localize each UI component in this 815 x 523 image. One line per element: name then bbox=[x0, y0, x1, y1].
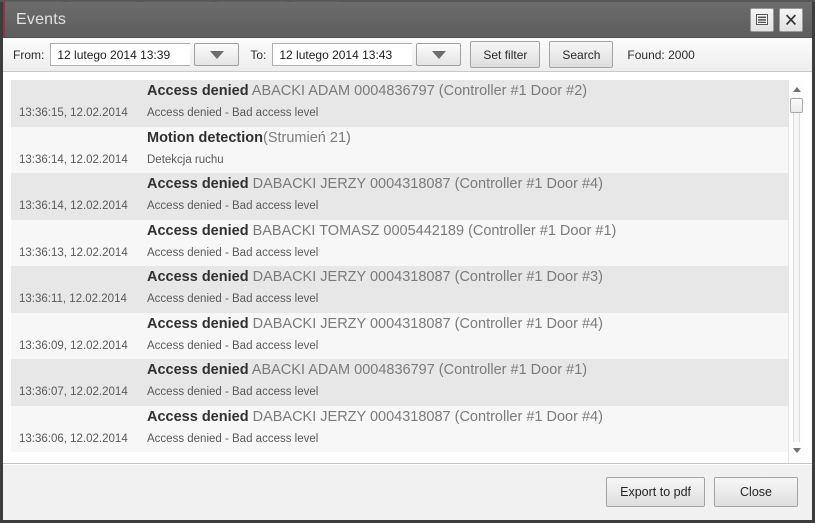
event-title: Motion detection bbox=[147, 129, 263, 146]
scroll-down-button[interactable] bbox=[789, 443, 804, 457]
from-date-dropdown-button[interactable] bbox=[194, 43, 240, 66]
event-detail: DABACKI JERZY 0004318087 (Controller #1 … bbox=[248, 269, 603, 285]
event-description: Detekcja ruchu bbox=[147, 153, 224, 166]
table-row[interactable]: Access denied DABACKI JERZY 0004318087 (… bbox=[11, 266, 788, 313]
event-detail: ABACKI ADAM 0004836797 (Controller #1 Do… bbox=[248, 362, 588, 378]
event-timestamp: 13:36:06, 12.02.2014 bbox=[19, 432, 128, 445]
events-list-frame: Access denied ABACKI ADAM 0004836797 (Co… bbox=[11, 80, 804, 463]
to-date-input[interactable]: 12 lutego 2014 13:43 bbox=[272, 43, 413, 66]
event-detail: BABACKI TOMASZ 0005442189 (Controller #1… bbox=[248, 222, 617, 239]
scroll-down-arrow-icon bbox=[792, 447, 801, 453]
table-row[interactable]: Access denied DABACKI JERZY 0004318087 (… bbox=[11, 173, 788, 220]
chevron-down-icon bbox=[431, 50, 446, 59]
event-title: Access denied bbox=[147, 269, 249, 285]
event-timestamp: 13:36:07, 12.02.2014 bbox=[19, 386, 128, 398]
chevron-down-icon bbox=[209, 50, 224, 59]
scrollbar-thumb[interactable] bbox=[790, 98, 803, 113]
dialog-titlebar: Events bbox=[3, 2, 812, 38]
close-dialog-button[interactable]: Close bbox=[714, 477, 798, 507]
dialog-footer: Export to pdf Close bbox=[3, 463, 812, 520]
event-title-line: Access denied DABACKI JERZY 0004318087 (… bbox=[147, 409, 603, 425]
filter-toolbar: From: 12 lutego 2014 13:39 To: 12 lutego… bbox=[3, 38, 812, 72]
events-list[interactable]: Access denied ABACKI ADAM 0004836797 (Co… bbox=[11, 80, 788, 463]
event-description: Access denied - Bad access level bbox=[147, 339, 319, 352]
scroll-up-button[interactable] bbox=[789, 82, 804, 96]
search-button[interactable]: Search bbox=[549, 41, 614, 68]
event-title-line: Access denied DABACKI JERZY 0004318087 (… bbox=[147, 316, 603, 332]
events-dialog: Events From: 12 lutego 2014 13:39 To: 12… bbox=[0, 2, 815, 523]
scrollbar-track[interactable] bbox=[793, 97, 800, 442]
found-count-label: Found: 2000 bbox=[627, 47, 695, 62]
to-date-combo[interactable]: 12 lutego 2014 13:43 bbox=[272, 43, 462, 66]
event-timestamp: 13:36:15, 12.02.2014 bbox=[19, 107, 128, 119]
event-title-line: Access denied ABACKI ADAM 0004836797 (Co… bbox=[147, 83, 587, 99]
to-date-dropdown-button[interactable] bbox=[416, 43, 462, 66]
event-timestamp: 13:36:13, 12.02.2014 bbox=[19, 246, 128, 259]
event-title-line: Access denied BABACKI TOMASZ 0005442189 … bbox=[147, 223, 616, 239]
from-date-input[interactable]: 12 lutego 2014 13:39 bbox=[50, 43, 191, 66]
table-row[interactable]: Motion detection(Strumień 21) 13:36:14, … bbox=[11, 126, 788, 173]
event-title: Access denied bbox=[147, 222, 249, 239]
event-description: Access denied - Bad access level bbox=[147, 246, 319, 259]
event-detail: DABACKI JERZY 0004318087 (Controller #1 … bbox=[248, 408, 603, 425]
event-description: Access denied - Bad access level bbox=[147, 107, 319, 119]
event-description: Access denied - Bad access level bbox=[147, 386, 319, 398]
from-date-combo[interactable]: 12 lutego 2014 13:39 bbox=[50, 43, 240, 66]
table-row[interactable]: Access denied ABACKI ADAM 0004836797 (Co… bbox=[11, 80, 788, 127]
events-list-container: Access denied ABACKI ADAM 0004836797 (Co… bbox=[3, 72, 812, 463]
accent-stripe bbox=[3, 2, 5, 37]
scroll-up-arrow-icon bbox=[792, 86, 801, 92]
event-title-line: Motion detection(Strumień 21) bbox=[147, 130, 351, 146]
event-timestamp: 13:36:11, 12.02.2014 bbox=[19, 293, 127, 305]
event-title: Access denied bbox=[147, 176, 249, 192]
to-label: To: bbox=[250, 47, 267, 62]
event-detail: ABACKI ADAM 0004836797 (Controller #1 Do… bbox=[248, 83, 588, 99]
window-restore-icon bbox=[756, 14, 768, 25]
event-description: Access denied - Bad access level bbox=[147, 200, 319, 212]
export-to-pdf-button[interactable]: Export to pdf bbox=[606, 477, 705, 507]
event-title-line: Access denied ABACKI ADAM 0004836797 (Co… bbox=[147, 362, 587, 378]
event-description: Access denied - Bad access level bbox=[147, 293, 319, 305]
event-detail: (Strumień 21) bbox=[263, 129, 351, 146]
event-title: Access denied bbox=[147, 362, 249, 378]
event-timestamp: 13:36:14, 12.02.2014 bbox=[19, 153, 128, 166]
close-icon bbox=[785, 14, 797, 26]
window-controls bbox=[750, 7, 812, 32]
table-row[interactable]: Access denied DABACKI JERZY 0004318087 (… bbox=[11, 312, 788, 359]
event-title: Access denied bbox=[147, 83, 249, 99]
event-title-line: Access denied DABACKI JERZY 0004318087 (… bbox=[147, 176, 603, 192]
table-row[interactable]: Access denied BABACKI TOMASZ 0005442189 … bbox=[11, 219, 788, 266]
event-timestamp: 13:36:14, 12.02.2014 bbox=[19, 200, 128, 212]
close-button[interactable] bbox=[779, 7, 803, 32]
event-detail: DABACKI JERZY 0004318087 (Controller #1 … bbox=[248, 176, 603, 192]
event-title: Access denied bbox=[147, 315, 249, 332]
dialog-title: Events bbox=[16, 10, 67, 28]
event-description: Access denied - Bad access level bbox=[147, 432, 319, 445]
event-title: Access denied bbox=[147, 408, 249, 425]
events-list-scrollbar[interactable] bbox=[788, 80, 804, 463]
table-row[interactable]: Access denied ABACKI ADAM 0004836797 (Co… bbox=[11, 359, 788, 406]
window-restore-button[interactable] bbox=[750, 7, 774, 32]
table-row[interactable]: Access denied DABACKI JERZY 0004318087 (… bbox=[11, 405, 788, 452]
event-detail: DABACKI JERZY 0004318087 (Controller #1 … bbox=[248, 315, 603, 332]
set-filter-button[interactable]: Set filter bbox=[470, 41, 541, 68]
event-title-line: Access denied DABACKI JERZY 0004318087 (… bbox=[147, 269, 603, 285]
from-label: From: bbox=[13, 47, 45, 62]
event-timestamp: 13:36:09, 12.02.2014 bbox=[19, 339, 128, 352]
